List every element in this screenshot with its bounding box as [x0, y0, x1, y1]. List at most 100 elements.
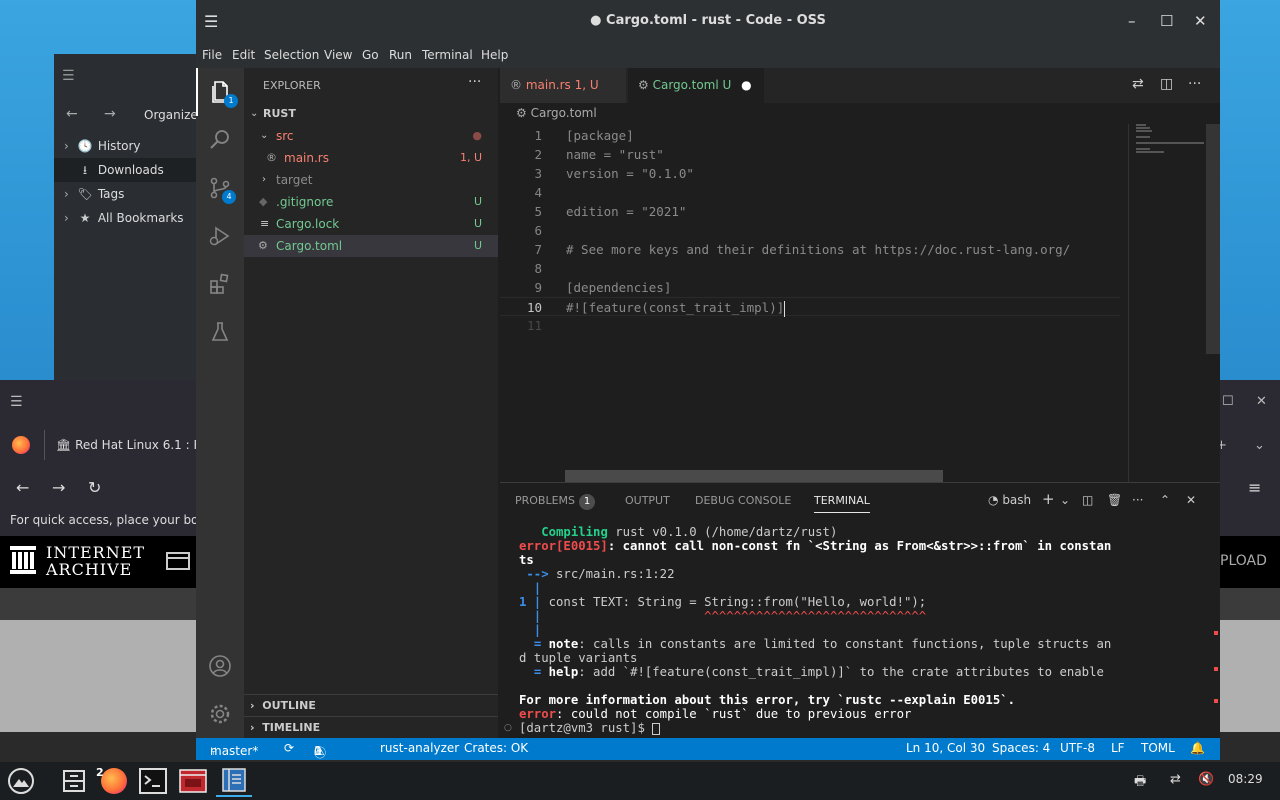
- firefox-maximize-icon[interactable]: ☐: [1222, 394, 1234, 409]
- menu-selection[interactable]: Selection: [264, 48, 319, 62]
- firefox-tab[interactable]: 🏛 Red Hat Linux 6.1 : Re: [56, 438, 209, 452]
- clock[interactable]: 08:29: [1228, 772, 1263, 786]
- sync-icon[interactable]: ⟳: [284, 741, 294, 755]
- tree-item-gitignore[interactable]: ◆ .gitignore U: [244, 191, 498, 213]
- file-manager-icon[interactable]: [58, 765, 90, 797]
- tree-item-label: .gitignore: [276, 195, 334, 209]
- tree-item-cargo-toml[interactable]: ⚙ Cargo.toml U: [244, 235, 498, 257]
- tree-item-cargo-lock[interactable]: ≡ Cargo.lock U: [244, 213, 498, 235]
- term-prompt: [dartz@vm3 rust]$: [519, 721, 653, 735]
- crates-status[interactable]: Crates: OK: [464, 741, 528, 755]
- vertical-scrollbar[interactable]: [1206, 124, 1220, 354]
- chevron-right-icon: ›: [250, 699, 255, 712]
- upload-link[interactable]: PLOAD: [1220, 553, 1267, 569]
- internet-archive-wordmark[interactable]: INTERNET ARCHIVE: [46, 544, 145, 578]
- line-number: 3: [534, 166, 542, 181]
- split-editor-icon[interactable]: ◫: [1160, 76, 1173, 92]
- editor-more-icon[interactable]: ···: [1188, 76, 1201, 92]
- library-organize-button[interactable]: Organize: [144, 108, 198, 122]
- tab-debug-console[interactable]: DEBUG CONSOLE: [695, 494, 791, 507]
- terminal-dropdown-icon[interactable]: ⌄: [1060, 493, 1070, 507]
- minimize-icon[interactable]: –: [1128, 12, 1136, 30]
- library-item-all-bookmarks[interactable]: › ★ All Bookmarks: [54, 206, 196, 230]
- indentation-status[interactable]: Spaces: 4: [992, 741, 1050, 755]
- outline-section[interactable]: › OUTLINE: [244, 694, 498, 716]
- source-control-icon[interactable]: 4: [196, 164, 244, 212]
- firefox-icon[interactable]: [12, 436, 30, 454]
- close-panel-icon[interactable]: ✕: [1186, 493, 1196, 507]
- menu-go[interactable]: Go: [362, 48, 379, 62]
- tab-main-rs[interactable]: ® main.rs 1, U: [500, 68, 626, 103]
- back-icon[interactable]: ←: [16, 478, 29, 497]
- firefox-close-icon[interactable]: ✕: [1256, 394, 1267, 409]
- new-terminal-icon[interactable]: +: [1042, 490, 1055, 508]
- vscode-taskbar-icon[interactable]: [216, 765, 252, 797]
- firefox-app-menu-icon[interactable]: ≡: [1248, 478, 1261, 497]
- library-item-history[interactable]: › 🕓 History: [54, 134, 196, 158]
- more-actions-icon[interactable]: ···: [468, 74, 481, 90]
- open-changes-icon[interactable]: ⇄: [1132, 76, 1144, 92]
- run-debug-icon[interactable]: [196, 212, 244, 260]
- extensions-icon[interactable]: [196, 260, 244, 308]
- maximize-panel-icon[interactable]: ⌃: [1160, 493, 1170, 507]
- explorer-icon[interactable]: 1: [196, 68, 244, 116]
- internet-archive-logo-icon[interactable]: [10, 546, 36, 574]
- kill-terminal-icon[interactable]: 🗑: [1107, 493, 1122, 507]
- menu-terminal[interactable]: Terminal: [422, 48, 473, 62]
- tab-list-icon[interactable]: ⌄: [1254, 438, 1265, 453]
- accounts-icon[interactable]: [196, 642, 244, 690]
- minimap[interactable]: [1136, 124, 1206, 154]
- library-item-tags[interactable]: › 🏷 Tags: [54, 182, 196, 206]
- panel-more-icon[interactable]: ···: [1132, 493, 1143, 507]
- firefox-taskbar-icon[interactable]: 2: [96, 765, 132, 797]
- unsaved-dot-icon[interactable]: ●: [741, 78, 751, 92]
- menu-help[interactable]: Help: [481, 48, 508, 62]
- close-icon[interactable]: ✕: [1194, 12, 1207, 30]
- network-icon[interactable]: ⇄: [1170, 772, 1181, 787]
- split-terminal-icon[interactable]: ◫: [1082, 493, 1093, 507]
- tab-output[interactable]: OUTPUT: [625, 494, 670, 507]
- breadcrumb[interactable]: ⚙ Cargo.toml: [516, 106, 597, 120]
- horizontal-scrollbar[interactable]: [565, 470, 943, 482]
- cursor-position[interactable]: Ln 10, Col 30: [906, 741, 985, 755]
- timeline-section[interactable]: › TIMELINE: [244, 716, 498, 738]
- eol-status[interactable]: LF: [1111, 741, 1125, 755]
- tab-label: Cargo.toml: [652, 78, 719, 92]
- printer-icon[interactable]: 🖶: [1134, 772, 1146, 794]
- library-back-icon[interactable]: ←: [66, 106, 78, 122]
- reload-icon[interactable]: ↻: [88, 478, 101, 497]
- tab-terminal[interactable]: TERMINAL: [814, 494, 870, 513]
- menu-edit[interactable]: Edit: [232, 48, 255, 62]
- menu-view[interactable]: View: [324, 48, 352, 62]
- tab-cargo-toml[interactable]: ⚙ Cargo.toml U ●: [628, 68, 764, 103]
- workspace-root[interactable]: ⌄ RUST: [244, 103, 498, 125]
- terminal-profile[interactable]: ◔ bash: [988, 493, 1031, 507]
- forward-icon[interactable]: →: [52, 478, 65, 497]
- line-number: 5: [534, 204, 542, 219]
- rust-analyzer-status[interactable]: rust-analyzer: [380, 741, 459, 755]
- menu-file[interactable]: File: [202, 48, 222, 62]
- app-launcher-icon[interactable]: [4, 765, 38, 797]
- web-icon[interactable]: [166, 552, 190, 570]
- maximize-icon[interactable]: ☐: [1160, 12, 1173, 30]
- terminal-taskbar-icon[interactable]: [136, 765, 170, 797]
- tab-problems[interactable]: PROBLEMS 1: [515, 494, 596, 510]
- search-icon[interactable]: [196, 116, 244, 164]
- encoding-status[interactable]: UTF-8: [1060, 741, 1095, 755]
- menu-run[interactable]: Run: [389, 48, 412, 62]
- tree-item-src[interactable]: ⌄ src ●: [244, 125, 498, 147]
- library-item-downloads[interactable]: ⭳ Downloads: [54, 158, 196, 182]
- notifications-bell-icon[interactable]: 🔔: [1190, 741, 1205, 755]
- text-file-icon: ≡: [260, 217, 270, 230]
- tree-item-target[interactable]: › target: [244, 169, 498, 191]
- firefox-menu-icon[interactable]: ☰: [10, 394, 23, 410]
- tree-item-main-rs[interactable]: ® main.rs 1, U: [244, 147, 498, 169]
- settings-gear-icon[interactable]: [196, 690, 244, 738]
- emulator-taskbar-icon[interactable]: [176, 765, 210, 797]
- language-mode[interactable]: TOML: [1141, 741, 1175, 755]
- terminal-output[interactable]: Compiling rust v0.1.0 (/home/dartz/rust)…: [519, 525, 1209, 735]
- testing-icon[interactable]: [196, 308, 244, 356]
- library-forward-icon[interactable]: →: [104, 106, 116, 122]
- library-menu-icon[interactable]: ☰: [62, 68, 75, 84]
- volume-muted-icon[interactable]: 🔇: [1198, 772, 1214, 787]
